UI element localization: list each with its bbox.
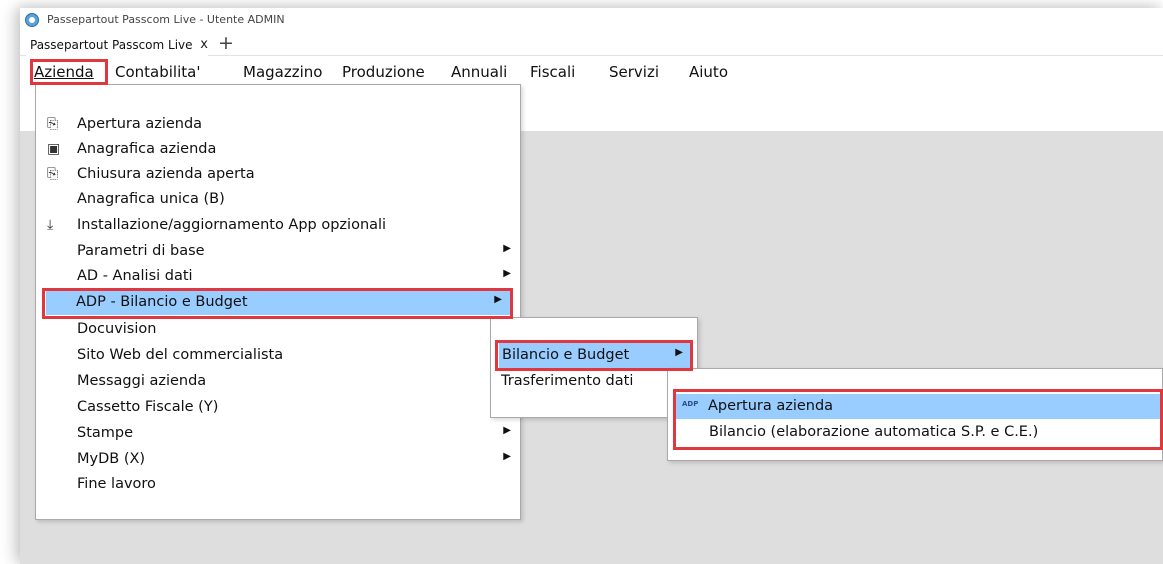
menu-item-label: Cassetto Fiscale (Y) <box>77 399 219 415</box>
menu-item-messaggi-azienda[interactable]: Messaggi azienda <box>37 369 519 394</box>
menu-item-label: Sito Web del commercialista <box>77 347 284 363</box>
bilancio-submenu: ADP Apertura azienda Bilancio (elaborazi… <box>667 368 1163 461</box>
tab-bar: Passepartout Passcom Live x + <box>20 32 1163 56</box>
menu-item-stampe[interactable]: Stampe ▶ <box>37 421 519 446</box>
company-registry-icon: ▣ <box>47 141 61 157</box>
menu-item-apertura-azienda[interactable]: ⎘ Apertura azienda <box>37 112 519 137</box>
menu-item-label: Chiusura azienda aperta <box>77 166 255 182</box>
close-company-icon: ⎘ <box>47 166 59 182</box>
menu-item-label: Anagrafica azienda <box>77 141 217 157</box>
menu-produzione[interactable]: Produzione <box>342 63 425 81</box>
menu-item-label: AD - Analisi dati <box>77 268 193 284</box>
menu-item-bilancio-elaborazione[interactable]: Bilancio (elaborazione automatica S.P. e… <box>669 420 1161 445</box>
menu-item-anagrafica-unica[interactable]: Anagrafica unica (B) <box>37 187 519 212</box>
menu-item-sito-web[interactable]: Sito Web del commercialista <box>37 343 519 368</box>
menu-item-chiusura-azienda[interactable]: ⎘ Chiusura azienda aperta <box>37 162 519 187</box>
menu-item-installazione-app[interactable]: ⤓ Installazione/aggiornamento App opzion… <box>37 213 519 238</box>
menu-item-label: Apertura azienda <box>708 398 834 414</box>
menu-item-label: Apertura azienda <box>77 116 203 132</box>
tab-passcom-live[interactable]: Passepartout Passcom Live x <box>26 35 208 56</box>
menu-item-trasferimento-dati[interactable]: Trasferimento dati <box>492 369 696 394</box>
add-tab-icon[interactable]: + <box>218 33 234 53</box>
menu-item-apertura-azienda-adp[interactable]: ADP Apertura azienda <box>675 394 1162 419</box>
adp-icon: ADP <box>682 400 699 408</box>
menu-contabilita[interactable]: Contabilita' <box>115 63 200 81</box>
menu-item-cassetto-fiscale[interactable]: Cassetto Fiscale (Y) <box>37 395 519 420</box>
submenu-arrow-icon: ▶ <box>503 451 511 462</box>
menu-magazzino[interactable]: Magazzino <box>243 63 322 81</box>
menu-item-bilancio-e-budget[interactable]: Bilancio e Budget ▶ <box>499 343 691 368</box>
azienda-menu: ⎘ Apertura azienda ▣ Anagrafica azienda … <box>35 84 521 520</box>
menu-item-label: Stampe <box>77 425 134 441</box>
menu-item-label: Docuvision <box>77 321 157 337</box>
passcom-logo-icon <box>25 13 39 27</box>
menu-item-label: Installazione/aggiornamento App opzional… <box>77 217 387 233</box>
window-title: Passepartout Passcom Live - Utente ADMIN <box>47 13 285 26</box>
menu-item-label: MyDB (X) <box>77 451 146 467</box>
menu-item-mydb[interactable]: MyDB (X) ▶ <box>37 447 519 472</box>
download-icon: ⤓ <box>47 217 54 233</box>
menu-item-label: Bilancio e Budget <box>502 347 630 363</box>
menu-azienda[interactable]: Azienda <box>34 63 94 81</box>
open-company-icon: ⎘ <box>47 116 59 132</box>
submenu-arrow-icon: ▶ <box>494 294 502 305</box>
menu-item-analisi-dati[interactable]: AD - Analisi dati ▶ <box>37 264 519 289</box>
menu-item-anagrafica-azienda[interactable]: ▣ Anagrafica azienda <box>37 137 519 162</box>
submenu-arrow-icon: ▶ <box>503 243 511 254</box>
menu-item-label: Fine lavoro <box>77 476 156 492</box>
menu-item-label: ADP - Bilancio e Budget <box>76 294 248 310</box>
submenu-arrow-icon: ▶ <box>503 425 511 436</box>
menu-item-adp-bilancio-budget[interactable]: ADP - Bilancio e Budget ▶ <box>46 290 510 315</box>
menu-fiscali[interactable]: Fiscali <box>530 63 575 81</box>
close-icon[interactable]: x <box>200 37 208 52</box>
menu-item-label: Parametri di base <box>77 243 205 259</box>
submenu-arrow-icon: ▶ <box>503 268 511 279</box>
menu-servizi[interactable]: Servizi <box>609 63 659 81</box>
submenu-arrow-icon: ▶ <box>675 347 683 358</box>
menu-item-label: Bilancio (elaborazione automatica S.P. e… <box>709 424 1039 440</box>
menu-item-docuvision[interactable]: Docuvision <box>37 317 519 342</box>
menu-annuali[interactable]: Annuali <box>451 63 507 81</box>
tab-label: Passepartout Passcom Live <box>30 38 193 52</box>
menu-item-label: Trasferimento dati <box>501 373 634 389</box>
menu-item-label: Messaggi azienda <box>77 373 207 389</box>
title-bar: Passepartout Passcom Live - Utente ADMIN <box>20 8 1163 32</box>
menu-item-label: Anagrafica unica (B) <box>77 191 225 207</box>
menu-item-fine-lavoro[interactable]: Fine lavoro <box>37 472 519 497</box>
menu-item-parametri-di-base[interactable]: Parametri di base ▶ <box>37 239 519 264</box>
menu-aiuto[interactable]: Aiuto <box>689 63 728 81</box>
